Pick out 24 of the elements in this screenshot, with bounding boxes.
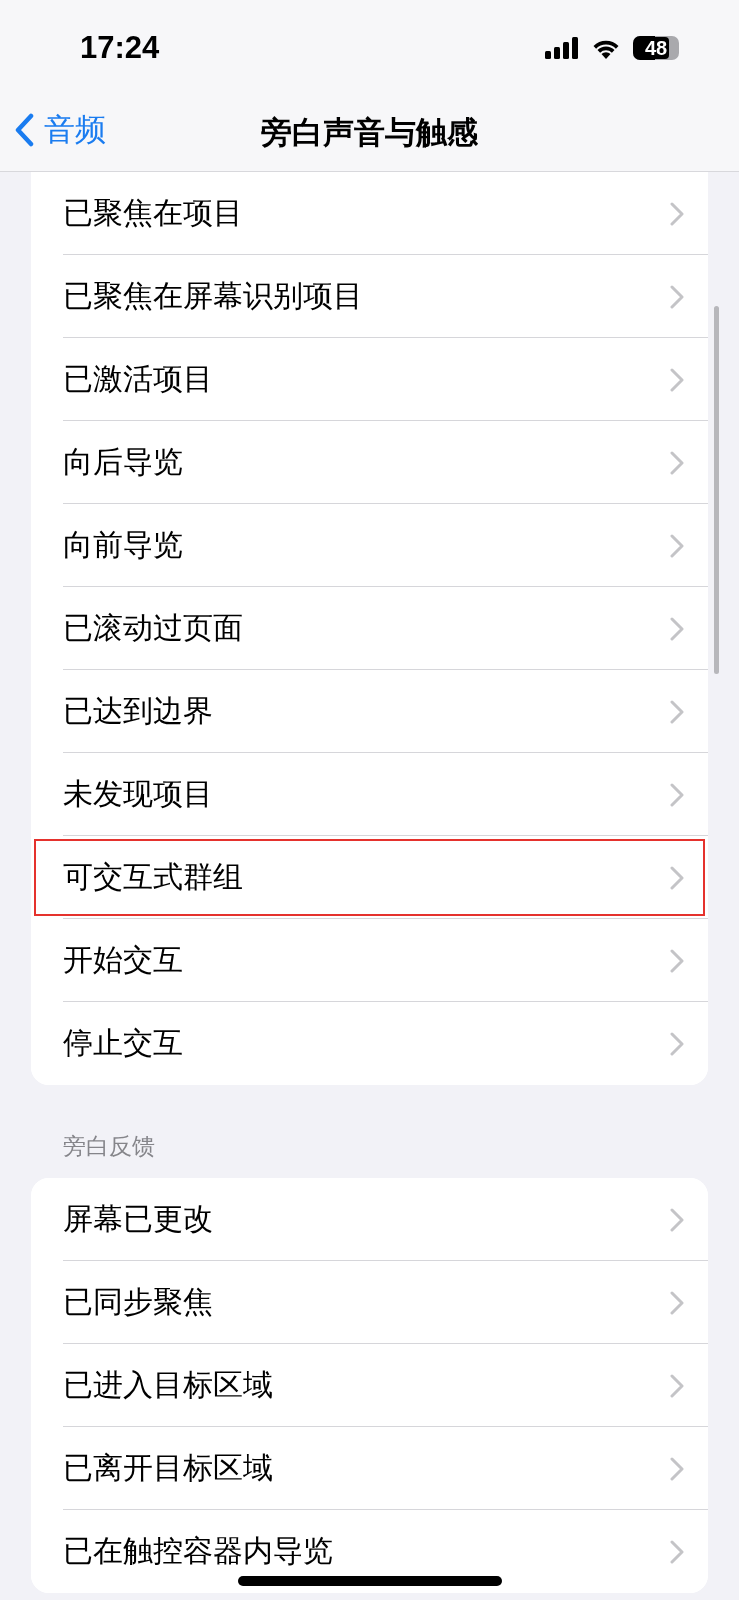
page-title: 旁白声音与触感 (261, 113, 478, 152)
section-header: 旁白反馈 (62, 1132, 156, 1161)
chevron-icon (670, 699, 684, 724)
chevron-icon (670, 616, 684, 641)
status-time: 17:24 (80, 29, 160, 66)
chevron-icon (670, 1207, 684, 1232)
settings-row[interactable]: 可交互式群组 (31, 836, 708, 919)
chevron-icon (670, 1031, 684, 1056)
chevron-icon (670, 533, 684, 558)
chevron-icon (670, 782, 684, 807)
chevron-icon (670, 1290, 684, 1315)
chevron-icon (670, 284, 684, 309)
chevron-icon (670, 865, 684, 890)
chevron-icon (670, 1373, 684, 1398)
chevron-icon (670, 201, 684, 226)
chevron-icon (670, 1539, 684, 1564)
back-chevron-icon (14, 113, 34, 147)
chevron-icon (670, 450, 684, 475)
chevron-icon (670, 948, 684, 973)
chevron-icon (670, 367, 684, 392)
battery-icon: 48 (633, 35, 679, 60)
signal-icon (545, 36, 579, 59)
chevron-icon (670, 1456, 684, 1481)
back-button[interactable]: 音频 (14, 109, 106, 151)
